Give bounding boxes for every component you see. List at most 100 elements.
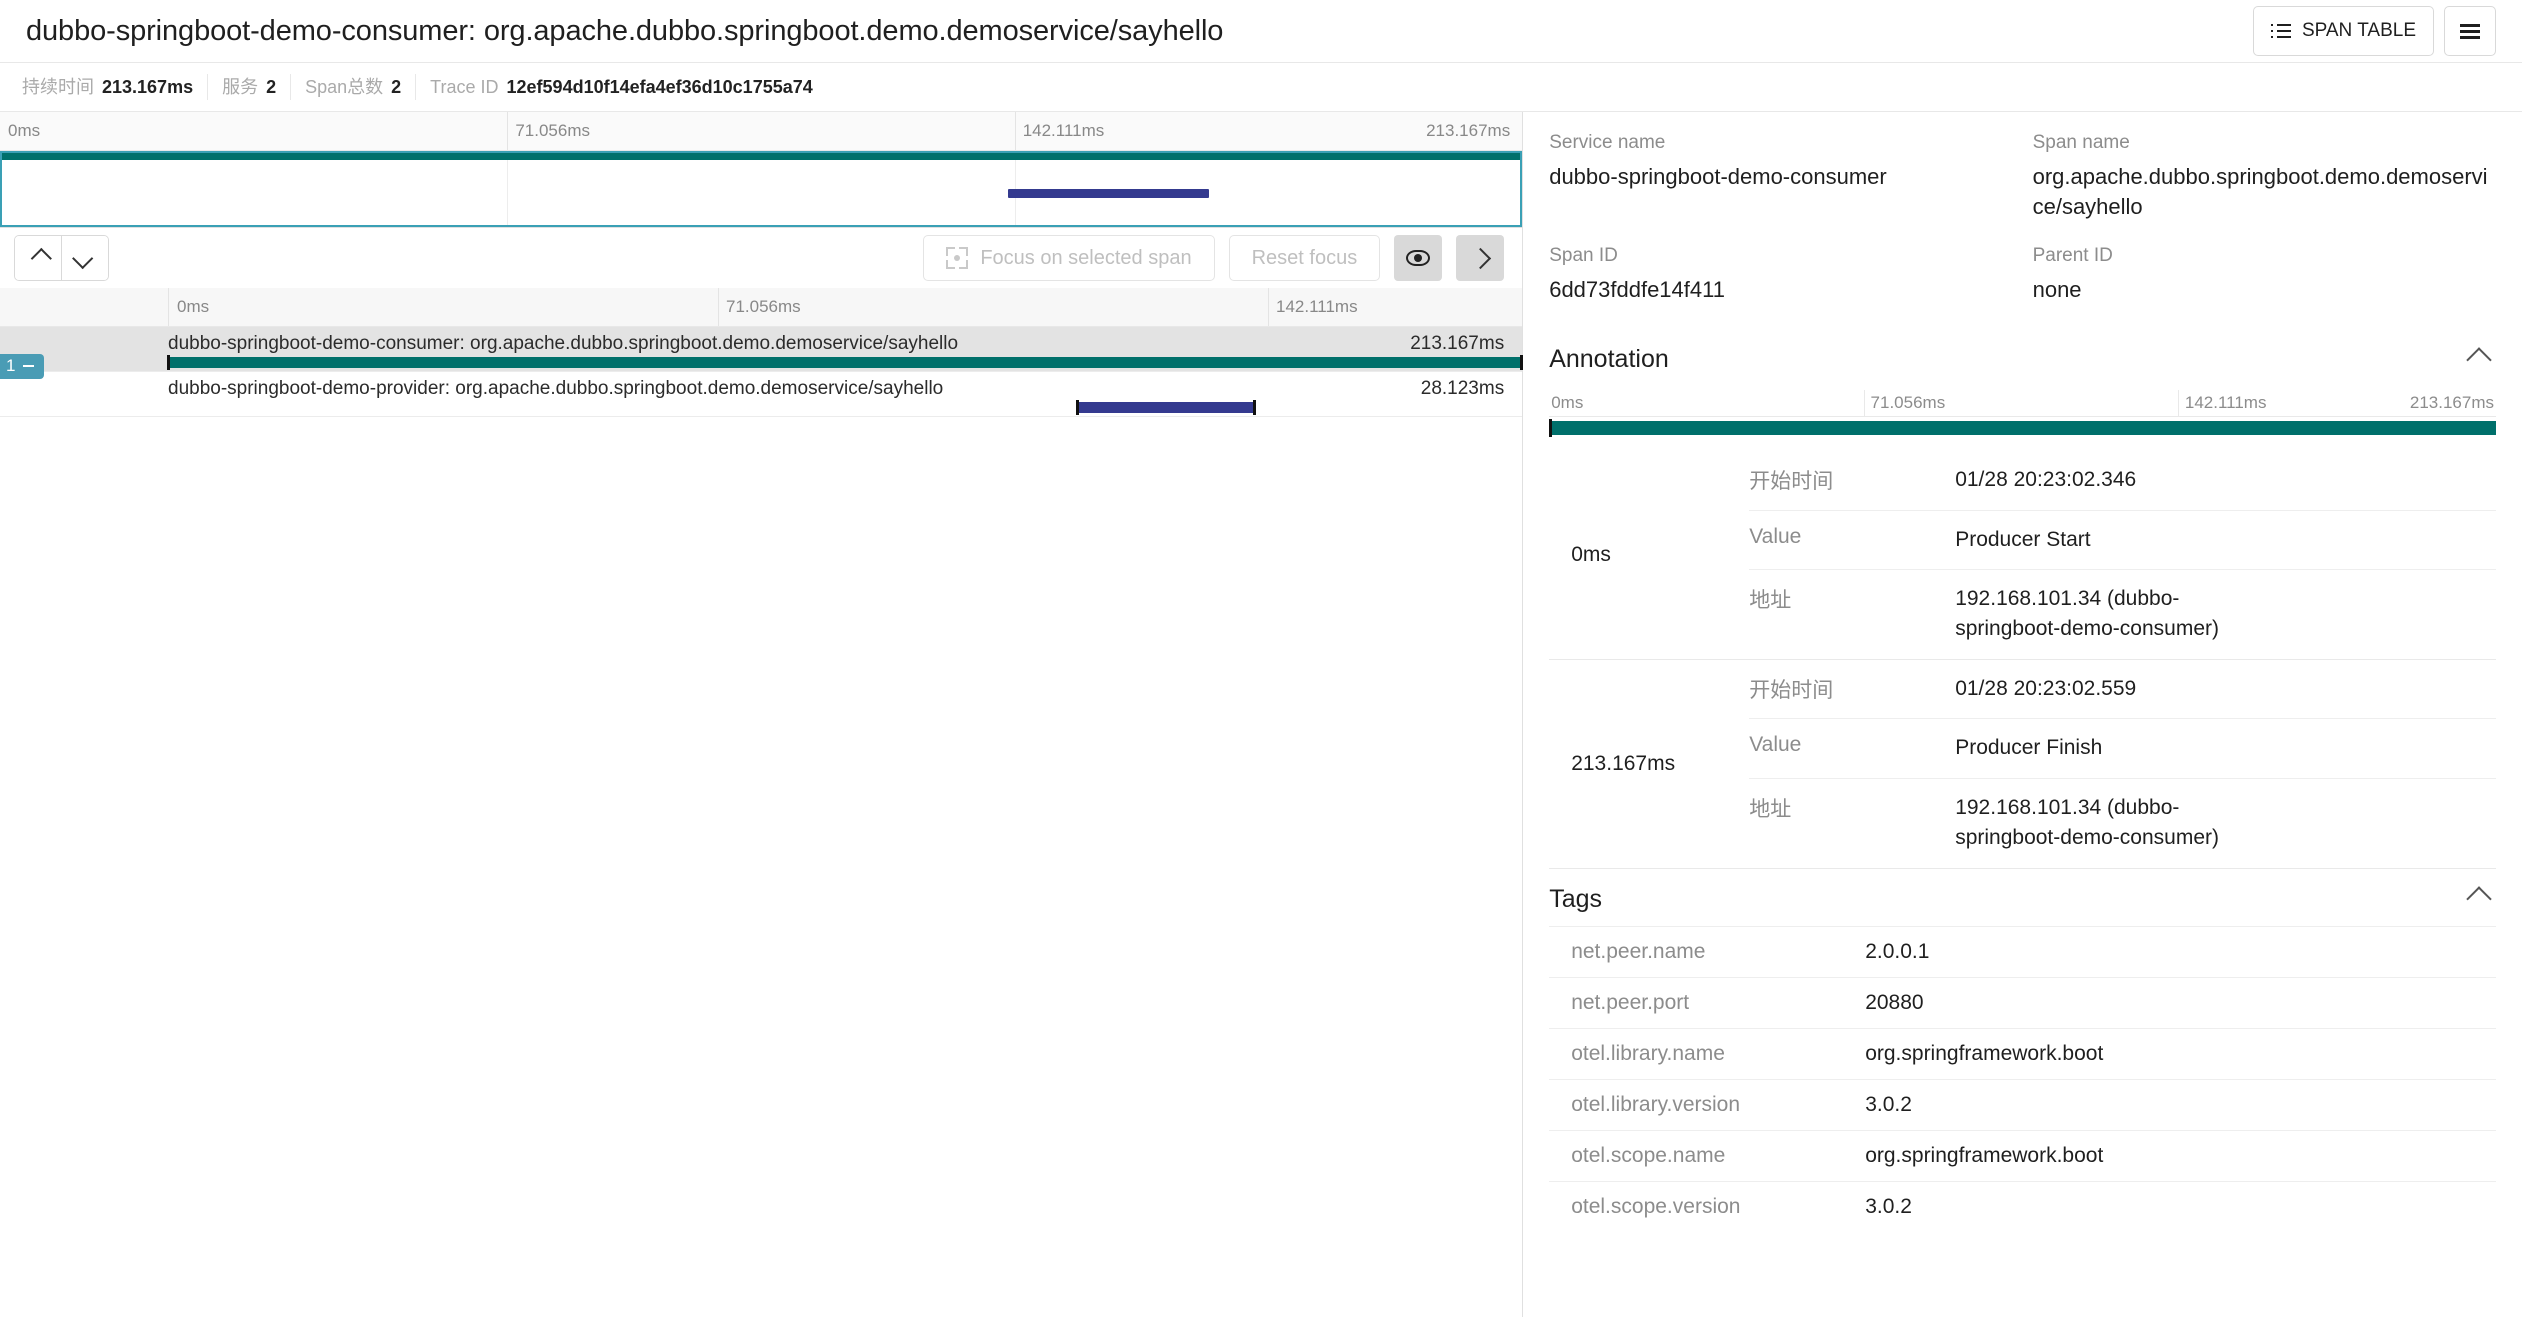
tag-key: net.peer.port bbox=[1571, 991, 1865, 1015]
summary-label: Span总数 bbox=[305, 74, 383, 100]
field-value: none bbox=[2033, 275, 2496, 305]
span-row-label: dubbo-springboot-demo-provider: org.apac… bbox=[168, 378, 943, 400]
tags-section-header[interactable]: Tags bbox=[1549, 869, 2496, 926]
span-row-label: dubbo-springboot-demo-consumer: org.apac… bbox=[168, 333, 958, 355]
summary-item-duration: 持续时间 213.167ms bbox=[8, 74, 208, 100]
field-value: 6dd73fddfe14f411 bbox=[1549, 275, 2012, 305]
menu-button[interactable] bbox=[2444, 6, 2496, 56]
reset-focus-label: Reset focus bbox=[1252, 247, 1358, 270]
span-detail-pane: Service name dubbo-springboot-demo-consu… bbox=[1523, 112, 2522, 1317]
trace-header: dubbo-springboot-demo-consumer: org.apac… bbox=[0, 0, 2522, 63]
minimap-tick-strip: 0ms 71.056ms 142.111ms 213.167ms bbox=[0, 112, 1522, 151]
annotation-key: 开始时间 bbox=[1749, 674, 1955, 704]
span-bar-consumer[interactable] bbox=[168, 357, 1522, 368]
summary-label: 持续时间 bbox=[22, 74, 94, 100]
list-icon bbox=[2271, 23, 2291, 39]
tag-value: 3.0.2 bbox=[1865, 1093, 2496, 1117]
annotation-row: Value Producer Start bbox=[1749, 510, 2496, 569]
annotation-span-bar bbox=[1549, 421, 2496, 435]
annotation-tick-2: 142.111ms bbox=[2178, 390, 2267, 416]
focus-button-label: Focus on selected span bbox=[980, 247, 1191, 270]
reset-focus-button[interactable]: Reset focus bbox=[1229, 235, 1381, 281]
span-tick-gutter bbox=[0, 288, 168, 326]
span-detail-fields: Service name dubbo-springboot-demo-consu… bbox=[1549, 112, 2496, 329]
span-row[interactable]: dubbo-springboot-demo-provider: org.apac… bbox=[0, 372, 1522, 417]
timeline-pane: 0ms 71.056ms 142.111ms 213.167ms bbox=[0, 112, 1523, 1317]
header-actions: SPAN TABLE bbox=[2253, 6, 2496, 56]
row-divider bbox=[0, 416, 1522, 417]
span-row[interactable]: 1 dubbo-springboot-demo-consumer: org.ap… bbox=[0, 327, 1522, 372]
tag-key: net.peer.name bbox=[1571, 940, 1865, 964]
span-row-duration: 213.167ms bbox=[1410, 333, 1504, 355]
annotation-group-table: 开始时间 01/28 20:23:02.559 Value Producer F… bbox=[1749, 660, 2496, 868]
field-label: Parent ID bbox=[2033, 245, 2496, 267]
minimap-selection-handle[interactable] bbox=[0, 151, 1522, 227]
summary-item-trace-id: Trace ID 12ef594d10f14efa4ef36d10c1755a7… bbox=[416, 74, 827, 100]
focus-target-icon bbox=[946, 247, 968, 269]
field-parent-id: Parent ID none bbox=[2033, 245, 2496, 325]
tag-value: 3.0.2 bbox=[1865, 1195, 2496, 1219]
summary-item-services: 服务 2 bbox=[208, 74, 291, 100]
span-bar-provider[interactable] bbox=[1077, 402, 1256, 413]
summary-value: 12ef594d10f14efa4ef36d10c1755a74 bbox=[507, 74, 813, 100]
chevron-up-icon[interactable] bbox=[2466, 347, 2491, 372]
minimap-tick-0: 0ms bbox=[0, 112, 40, 150]
tag-key: otel.library.version bbox=[1571, 1093, 1865, 1117]
annotation-value: 192.168.101.34 (dubbo-springboot-demo-co… bbox=[1955, 793, 2255, 854]
annotation-value: Producer Start bbox=[1955, 525, 2496, 555]
summary-item-span-count: Span总数 2 bbox=[291, 74, 416, 100]
collapse-minus-icon bbox=[23, 365, 34, 367]
chevron-up-icon[interactable] bbox=[2466, 886, 2491, 911]
span-tick-0: 0ms bbox=[168, 288, 209, 326]
minimap-canvas[interactable] bbox=[0, 151, 1522, 227]
annotation-tick-0: 0ms bbox=[1549, 390, 1583, 416]
span-rows: 1 dubbo-springboot-demo-consumer: org.ap… bbox=[0, 327, 1522, 1317]
focus-on-selected-span-button[interactable]: Focus on selected span bbox=[923, 235, 1214, 281]
annotation-group-table: 开始时间 01/28 20:23:02.346 Value Producer S… bbox=[1749, 451, 2496, 659]
trace-detail-page: dubbo-springboot-demo-consumer: org.apac… bbox=[0, 0, 2522, 1317]
field-value: org.apache.dubbo.springboot.demo.demoser… bbox=[2033, 162, 2496, 221]
chevron-down-icon bbox=[72, 247, 93, 268]
minimap[interactable]: 0ms 71.056ms 142.111ms 213.167ms bbox=[0, 112, 1522, 228]
scroll-down-button[interactable] bbox=[61, 236, 108, 280]
span-row-duration: 28.123ms bbox=[1421, 378, 1504, 400]
chevron-up-icon bbox=[30, 247, 51, 268]
summary-label: Trace ID bbox=[430, 74, 498, 100]
annotation-tick-3: 213.167ms bbox=[2410, 390, 2494, 416]
annotation-bar-track bbox=[1549, 421, 2496, 437]
annotation-key: Value bbox=[1749, 525, 1955, 549]
tag-row: otel.scope.version 3.0.2 bbox=[1549, 1181, 2496, 1232]
span-tick-strip: 0ms 71.056ms 142.111ms 213.167ms bbox=[0, 288, 1522, 327]
annotation-value: 01/28 20:23:02.559 bbox=[1955, 674, 2496, 704]
tag-row: net.peer.name 2.0.0.1 bbox=[1549, 926, 2496, 977]
chevron-right-icon bbox=[1470, 247, 1491, 268]
toggle-detail-visibility-button[interactable] bbox=[1394, 235, 1442, 281]
span-controls: Focus on selected span Reset focus bbox=[0, 228, 1522, 288]
field-span-id: Span ID 6dd73fddfe14f411 bbox=[1549, 245, 2012, 325]
annotation-ticks: 0ms 71.056ms 142.111ms 213.167ms bbox=[1549, 390, 2496, 417]
annotation-key: 开始时间 bbox=[1749, 465, 1955, 495]
annotation-group: 0ms 开始时间 01/28 20:23:02.346 Value Produc… bbox=[1549, 451, 2496, 660]
field-service-name: Service name dubbo-springboot-demo-consu… bbox=[1549, 132, 2012, 241]
annotation-section-header[interactable]: Annotation bbox=[1549, 329, 2496, 386]
trace-summary-bar: 持续时间 213.167ms 服务 2 Span总数 2 Trace ID 12… bbox=[0, 63, 2522, 112]
next-panel-button[interactable] bbox=[1456, 235, 1504, 281]
span-depth-badge[interactable]: 1 bbox=[0, 354, 44, 379]
span-detail: Service name dubbo-springboot-demo-consu… bbox=[1523, 112, 2522, 1317]
annotation-key: 地址 bbox=[1749, 793, 1955, 823]
field-label: Span ID bbox=[1549, 245, 2012, 267]
span-table-button[interactable]: SPAN TABLE bbox=[2253, 6, 2434, 56]
annotation-group-time: 213.167ms bbox=[1549, 660, 1749, 868]
field-label: Service name bbox=[1549, 132, 2012, 154]
summary-value: 2 bbox=[391, 74, 401, 100]
span-table-label: SPAN TABLE bbox=[2302, 20, 2416, 42]
tags-title: Tags bbox=[1549, 885, 1602, 914]
hamburger-icon bbox=[2460, 23, 2480, 39]
annotation-row: Value Producer Finish bbox=[1749, 718, 2496, 777]
annotation-group: 213.167ms 开始时间 01/28 20:23:02.559 Value … bbox=[1549, 660, 2496, 869]
scroll-up-button[interactable] bbox=[15, 236, 61, 280]
field-label: Span name bbox=[2033, 132, 2496, 154]
tag-row: otel.scope.name org.springframework.boot bbox=[1549, 1130, 2496, 1181]
summary-label: 服务 bbox=[222, 74, 258, 100]
field-span-name: Span name org.apache.dubbo.springboot.de… bbox=[2033, 132, 2496, 241]
